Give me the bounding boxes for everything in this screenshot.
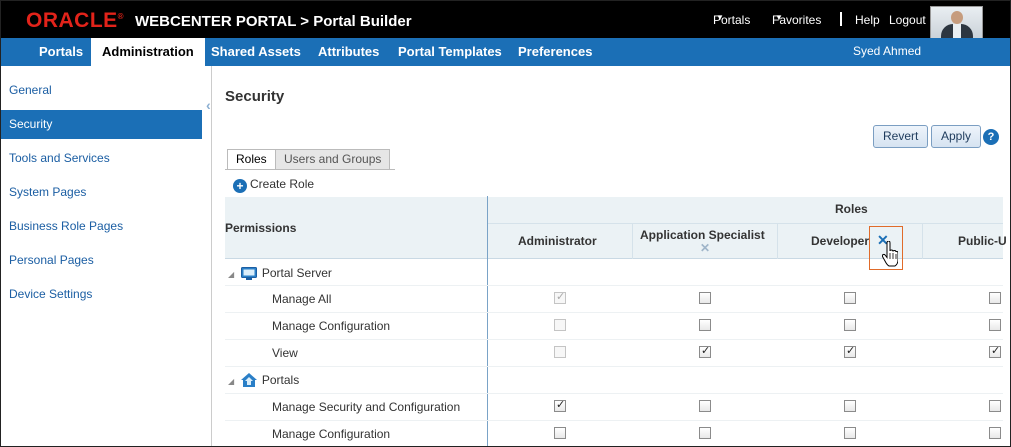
tab-portal-templates[interactable]: Portal Templates [398, 38, 502, 66]
permission-label: View [272, 346, 298, 360]
sidebar-item-general[interactable]: General [0, 76, 202, 105]
permission-label: Manage Configuration [272, 319, 391, 333]
check-icon: ✓ [846, 345, 856, 357]
permission-checkbox[interactable] [699, 292, 711, 304]
create-role-label: Create Role [250, 177, 315, 191]
collapse-sidebar-icon[interactable]: ‹ [206, 97, 211, 113]
main-nav: Portals Administration Shared Assets Att… [0, 38, 1011, 66]
permission-checkbox[interactable] [844, 427, 856, 439]
sidebar-item-device-settings[interactable]: Device Settings [0, 280, 202, 309]
top-header: ORACLE® WEBCENTER PORTAL > Portal Builde… [0, 0, 1011, 38]
permission-label: Manage Security and Configuration [272, 400, 461, 414]
permission-checkbox[interactable] [699, 400, 711, 412]
permission-checkbox [554, 319, 566, 331]
permission-checkbox[interactable] [844, 400, 856, 412]
column-divider [487, 196, 488, 447]
roles-group-header: Roles [835, 202, 868, 216]
user-name[interactable]: Syed Ahmed [853, 44, 921, 58]
add-icon: + [233, 179, 247, 193]
collapse-triangle-icon[interactable]: ◢ [228, 270, 234, 279]
tab-shared-assets[interactable]: Shared Assets [211, 38, 301, 66]
row-divider [225, 312, 1003, 313]
divider [840, 12, 842, 26]
check-icon: ✓ [991, 345, 1001, 357]
tab-administration[interactable]: Administration [91, 38, 205, 66]
role-header-application-specialist[interactable]: Application Specialist [640, 228, 765, 242]
app-title: WEBCENTER PORTAL > Portal Builder [135, 13, 412, 30]
portals-icon [240, 373, 257, 387]
sidebar-item-system-pages[interactable]: System Pages [0, 178, 202, 207]
group-label: Portals [261, 373, 300, 387]
row-divider [225, 420, 1003, 421]
row-divider [225, 339, 1003, 340]
sidebar-item-business-role-pages[interactable]: Business Role Pages [0, 212, 202, 241]
check-icon: ✓ [556, 399, 566, 411]
row-divider [225, 366, 1003, 367]
tab-underline [225, 169, 395, 170]
permission-checkbox[interactable]: ✓ [554, 399, 566, 412]
divider [922, 224, 923, 259]
row-divider [225, 285, 1003, 286]
logout-link[interactable]: Logout [889, 13, 926, 27]
group-label: Portal Server [261, 266, 332, 280]
revert-button[interactable]: Revert [873, 125, 929, 148]
tab-preferences[interactable]: Preferences [518, 38, 592, 66]
page-title: Security [225, 88, 285, 105]
permission-label: Manage All [272, 292, 332, 306]
portal-server-icon [240, 267, 257, 280]
delete-role-icon[interactable]: ✕ [700, 241, 710, 255]
collapse-triangle-icon[interactable]: ◢ [228, 377, 234, 386]
tab-users-and-groups[interactable]: Users and Groups [275, 149, 391, 170]
permission-checkbox[interactable]: ✓ [989, 345, 1001, 358]
permission-checkbox[interactable] [844, 319, 856, 331]
permissions-header[interactable]: Permissions [225, 221, 296, 235]
tab-portals[interactable]: Portals [39, 38, 83, 66]
check-icon: ✓ [701, 345, 711, 357]
help-icon[interactable]: ? [983, 129, 999, 145]
hand-cursor-icon [882, 241, 898, 267]
sidebar-item-security[interactable]: Security [0, 110, 202, 139]
group-portal-server[interactable]: ◢ Portal Server [228, 266, 332, 280]
permission-checkbox[interactable] [699, 427, 711, 439]
sidebar: General Security Tools and Services Syst… [0, 66, 212, 447]
divider [632, 224, 633, 259]
oracle-logo: ORACLE® [26, 9, 125, 32]
tab-attributes[interactable]: Attributes [318, 38, 379, 66]
role-header-public-user[interactable]: Public-U [958, 234, 1007, 248]
role-header-administrator[interactable]: Administrator [518, 234, 597, 248]
permission-label: Manage Configuration [272, 427, 391, 441]
permission-checkbox[interactable] [844, 292, 856, 304]
chevron-down-icon: ▼ [716, 13, 724, 22]
divider [777, 224, 778, 259]
help-link[interactable]: Help [855, 13, 880, 27]
permission-checkbox[interactable] [699, 319, 711, 331]
apply-button[interactable]: Apply [931, 125, 982, 148]
permission-checkbox[interactable] [989, 400, 1001, 412]
check-icon: ✓ [556, 291, 566, 303]
row-divider [225, 393, 1003, 394]
role-header-developer[interactable]: Developer [811, 234, 869, 248]
permission-checkbox[interactable] [989, 427, 1001, 439]
create-role-button[interactable]: + Create Role [233, 177, 314, 193]
divider [488, 223, 1003, 224]
permission-checkbox[interactable]: ✓ [699, 345, 711, 358]
permission-checkbox: ✓ [554, 291, 566, 304]
chevron-down-icon: ▼ [775, 13, 783, 22]
sidebar-item-personal-pages[interactable]: Personal Pages [0, 246, 202, 275]
tab-roles[interactable]: Roles [227, 149, 276, 170]
permission-checkbox[interactable] [989, 292, 1001, 304]
permission-checkbox[interactable]: ✓ [844, 345, 856, 358]
group-portals[interactable]: ◢ Portals [228, 373, 299, 387]
permission-checkbox[interactable] [554, 427, 566, 439]
permission-checkbox[interactable] [989, 319, 1001, 331]
sidebar-item-tools-and-services[interactable]: Tools and Services [0, 144, 202, 173]
permission-checkbox [554, 346, 566, 358]
